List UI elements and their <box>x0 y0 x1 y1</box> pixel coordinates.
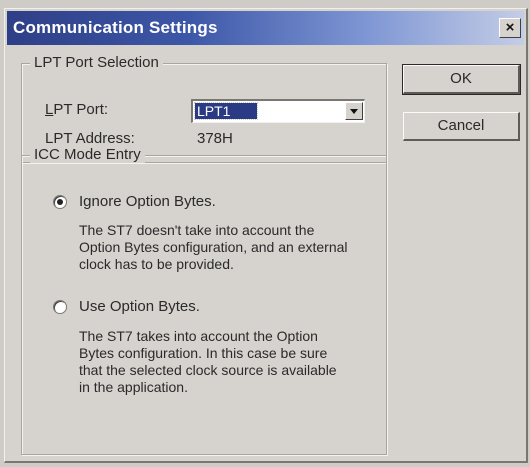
ignore-desc-line: clock has to be provided. <box>79 256 234 272</box>
ignore-desc-line: The ST7 doesn't take into account the <box>79 222 315 238</box>
close-button[interactable]: × <box>499 18 521 38</box>
title-bar[interactable]: Communication Settings × <box>7 11 524 45</box>
lpt-group-title: LPT Port Selection <box>30 54 163 71</box>
lpt-address-label: LPT Address: <box>45 130 135 147</box>
communication-settings-dialog: Communication Settings × LPT Port Select… <box>4 8 528 463</box>
lpt-port-select[interactable]: LPT1 <box>191 99 365 123</box>
ok-button[interactable]: OK <box>402 64 521 95</box>
window-title: Communication Settings <box>13 18 218 37</box>
ignore-desc-line: Option Bytes configuration, and an exter… <box>79 239 348 255</box>
ignore-option-bytes-description: The ST7 doesn't take into account the Op… <box>79 222 379 273</box>
lpt-port-selected-value: LPT1 <box>194 102 258 120</box>
use-desc-line: Bytes configuration. In this case be sur… <box>79 345 328 361</box>
use-desc-line: in the application. <box>79 379 188 395</box>
ignore-option-bytes-radio[interactable] <box>53 195 67 209</box>
lpt-port-label: LPT Port: <box>45 101 109 118</box>
use-option-bytes-description: The ST7 takes into account the Option By… <box>79 328 379 396</box>
ignore-option-bytes-label[interactable]: Ignore Option Bytes. <box>79 193 216 210</box>
use-option-bytes-label[interactable]: Use Option Bytes. <box>79 298 200 315</box>
lpt-address-value: 378H <box>197 130 233 147</box>
use-option-bytes-radio[interactable] <box>53 300 67 314</box>
dropdown-arrow-icon[interactable] <box>345 102 363 120</box>
use-desc-line: that the selected clock source is availa… <box>79 362 337 378</box>
use-desc-line: The ST7 takes into account the Option <box>79 328 318 344</box>
cancel-button[interactable]: Cancel <box>403 112 520 141</box>
icc-group-title: ICC Mode Entry <box>30 146 145 163</box>
